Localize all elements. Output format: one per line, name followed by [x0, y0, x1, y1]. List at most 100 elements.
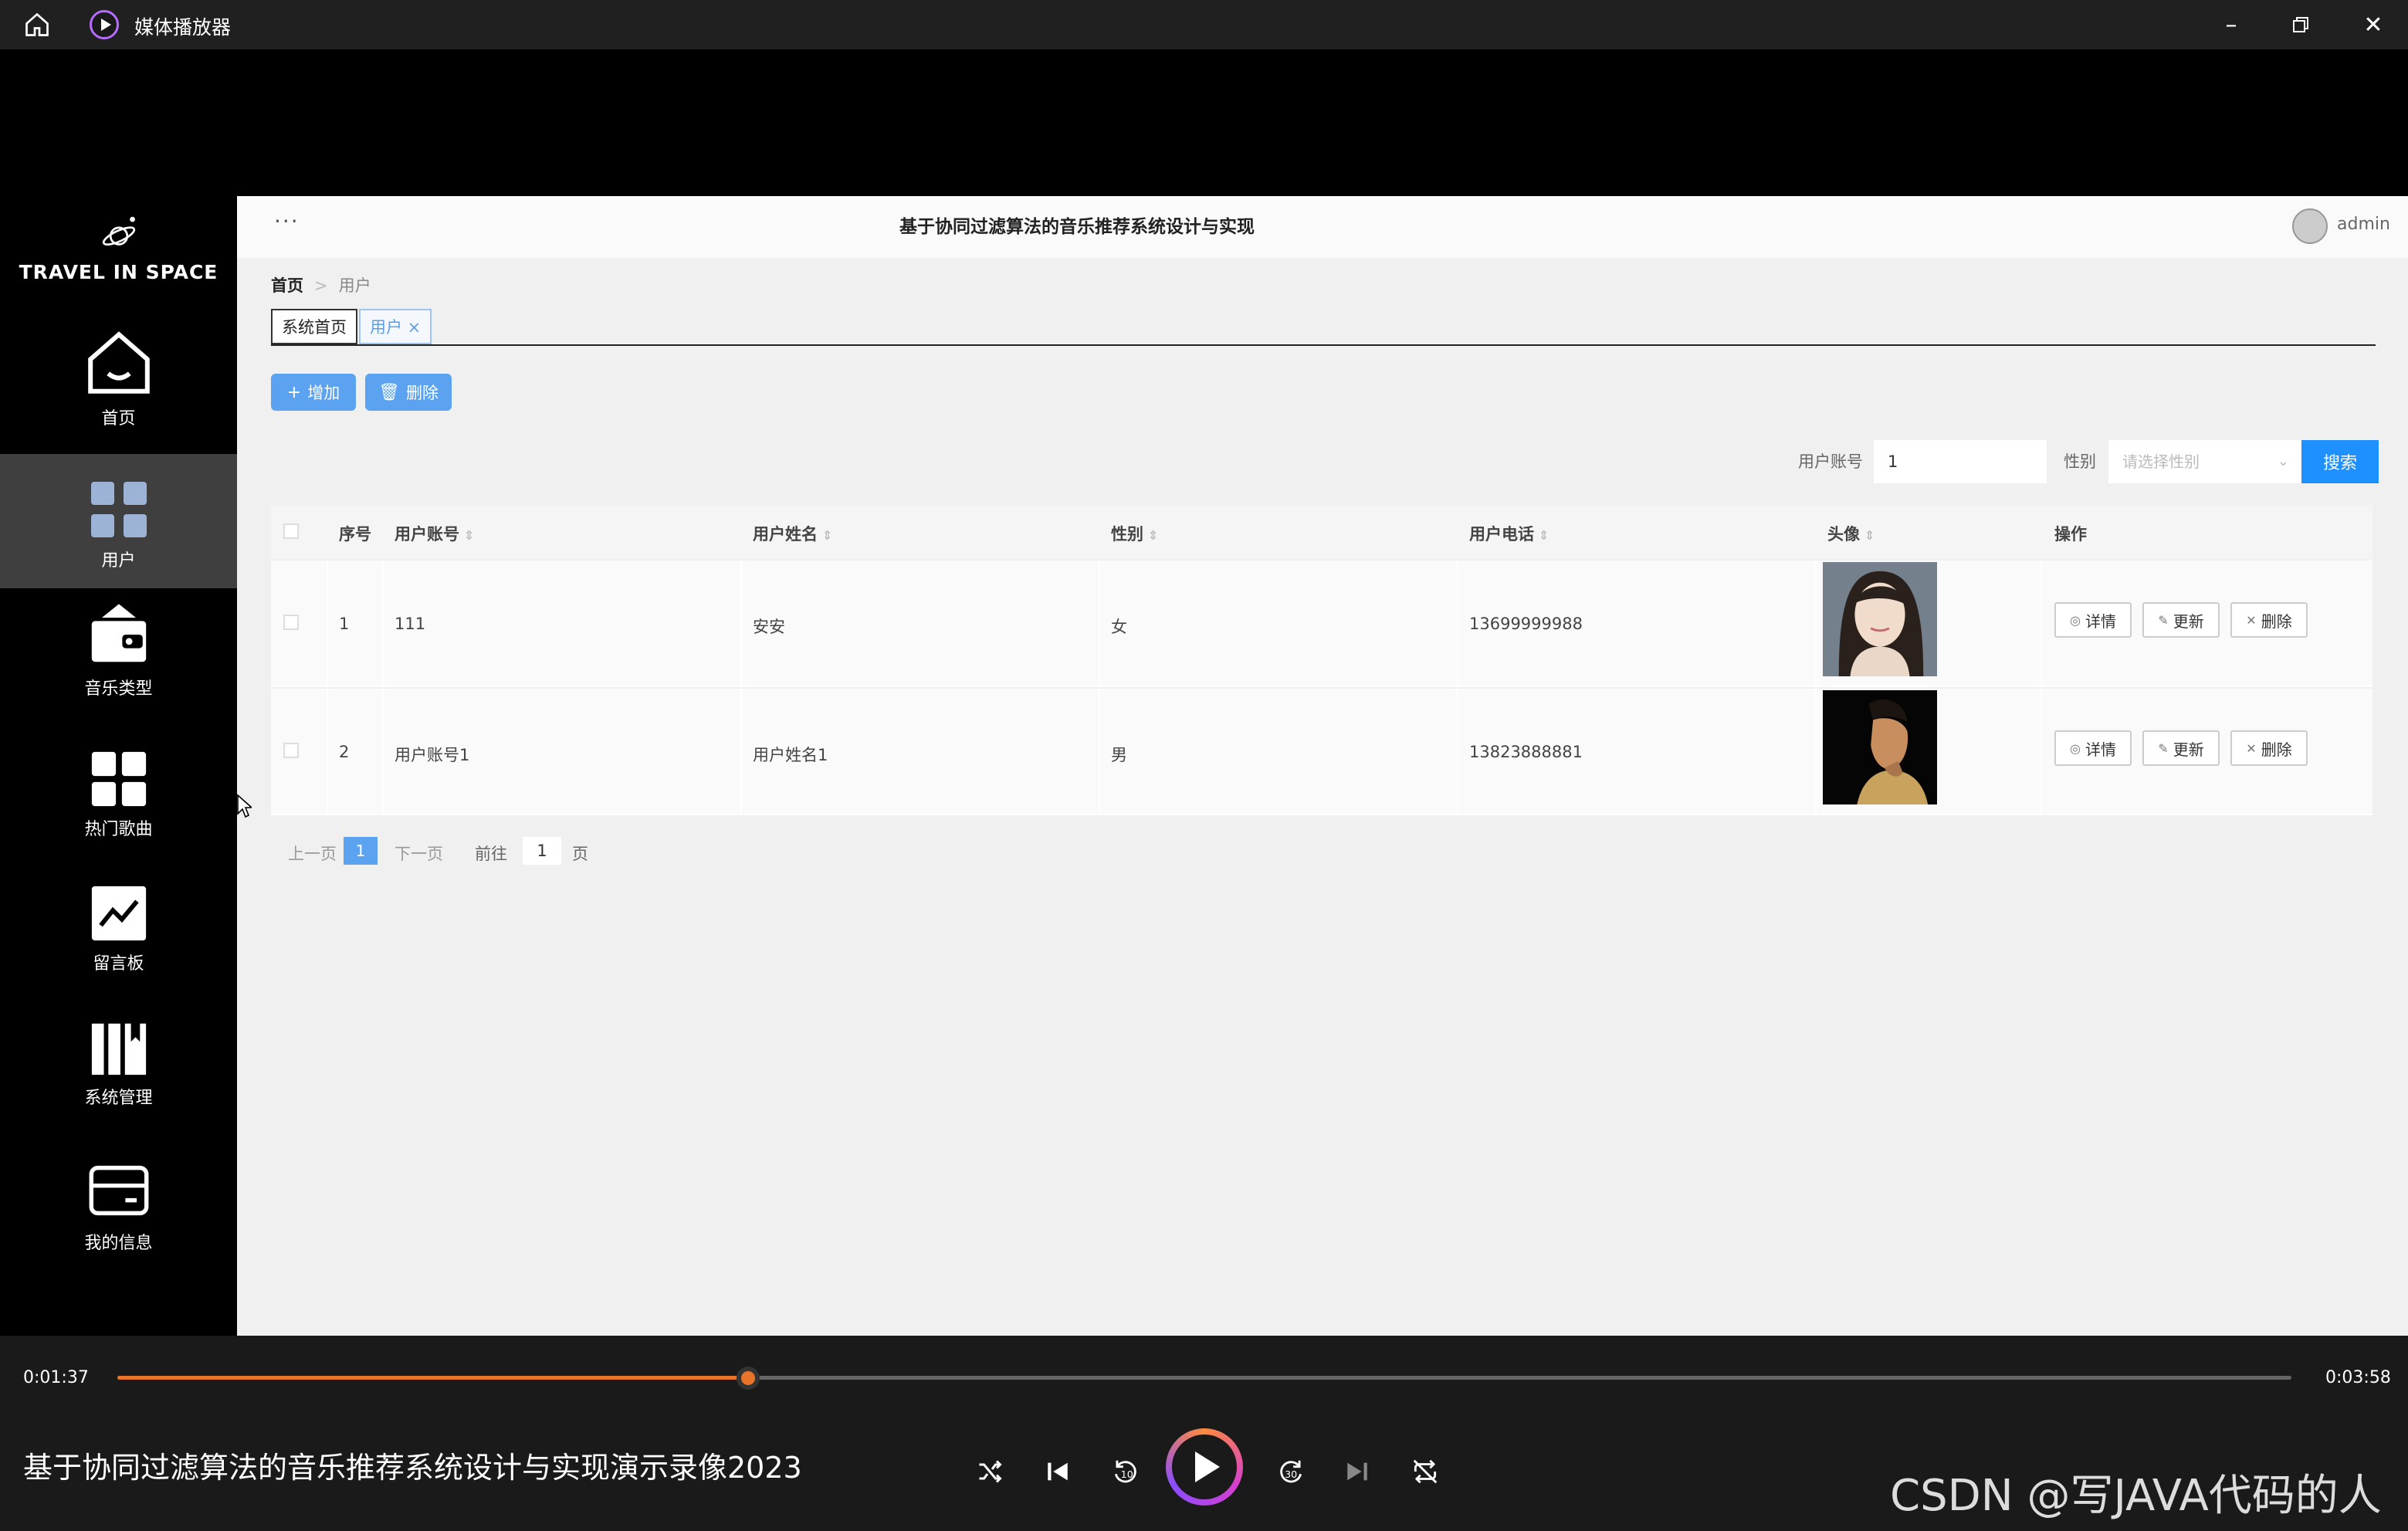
home-icon[interactable]	[23, 11, 51, 39]
edit-icon: ✎	[2158, 740, 2169, 756]
search-button[interactable]: 搜索	[2301, 440, 2379, 483]
gender-select[interactable]: 请选择性别 ⌄	[2108, 440, 2301, 483]
prev-page-button[interactable]: 上一页	[288, 842, 337, 865]
sort-icon[interactable]: ⇕	[1148, 528, 1158, 543]
column-divider	[2041, 561, 2042, 686]
sort-icon[interactable]: ⇕	[1864, 528, 1875, 543]
shuffle-icon[interactable]	[973, 1455, 1007, 1489]
close-icon: ✕	[2246, 612, 2257, 628]
header-avatar[interactable]: 头像 ⇕	[1827, 522, 1875, 545]
minimize-icon[interactable]: –	[2214, 8, 2248, 42]
main-content: ··· 基于协同过滤算法的音乐推荐系统设计与实现 admin 首页 > 用户 系统首…	[237, 196, 2408, 1336]
next-page-button[interactable]: 下一页	[395, 842, 443, 865]
sidebar-item-label: 音乐类型	[84, 679, 153, 699]
avatar-male-portrait[interactable]	[1823, 690, 1937, 804]
gender-select-placeholder: 请选择性别	[2122, 452, 2200, 471]
breadcrumb-home[interactable]: 首页	[271, 276, 303, 295]
cell-gender: 男	[1111, 746, 1127, 764]
trash-icon: 🗑	[378, 382, 400, 402]
add-button[interactable]: + 增加	[271, 374, 356, 411]
restore-icon[interactable]	[2284, 8, 2318, 42]
page-1-button[interactable]: 1	[344, 837, 378, 865]
media-player-app-icon	[90, 10, 119, 39]
next-icon[interactable]	[1340, 1455, 1374, 1489]
sidebar-item-message-board[interactable]: 留言板	[0, 883, 237, 1018]
detail-button-label: 详情	[2085, 740, 2116, 759]
watermark: CSDN @写JAVA代码的人	[1890, 1471, 2382, 1521]
breadcrumb-current: 用户	[338, 276, 371, 295]
play-icon	[1172, 1434, 1237, 1499]
detail-button[interactable]: ◎ 详情	[2054, 730, 2132, 766]
sort-icon[interactable]: ⇕	[464, 528, 474, 543]
sidebar-item-label: 系统管理	[84, 1089, 153, 1108]
header-actions-label: 操作	[2054, 525, 2087, 544]
row-delete-button[interactable]: ✕ 删除	[2230, 602, 2308, 638]
svg-text:30: 30	[1285, 1468, 1297, 1480]
row-delete-button-label: 删除	[2261, 611, 2292, 631]
play-button[interactable]	[1166, 1428, 1243, 1506]
rewind-10-icon[interactable]: 10	[1109, 1455, 1143, 1489]
tab-system-home[interactable]: 系统首页	[271, 309, 357, 344]
column-divider	[1457, 561, 1458, 686]
avatar-female-portrait[interactable]	[1823, 562, 1937, 676]
wallet-icon	[91, 604, 146, 662]
select-all-checkbox[interactable]	[283, 523, 299, 539]
repeat-off-icon[interactable]	[1408, 1455, 1442, 1489]
update-button[interactable]: ✎ 更新	[2142, 602, 2220, 638]
column-divider	[1815, 689, 1817, 814]
cell-name: 安安	[753, 618, 785, 636]
row-checkbox[interactable]	[283, 615, 299, 630]
goto-page-input[interactable]: 1	[523, 837, 561, 865]
header-phone[interactable]: 用户电话 ⇕	[1469, 522, 1549, 545]
cell-name: 用户姓名1	[753, 746, 828, 764]
web-page: TRAVEL IN SPACE 首页 用户 音乐类型 热门歌曲 留言板 系统管理	[0, 196, 2408, 1336]
row-delete-button[interactable]: ✕ 删除	[2230, 730, 2308, 766]
cell-account: 用户账号1	[395, 746, 470, 764]
sort-icon[interactable]: ⇕	[822, 528, 832, 543]
player-controls: 0:01:37 0:03:58 基于协同过滤算法的音乐推荐系统设计与实现演示录像…	[0, 1336, 2408, 1531]
sidebar-item-hot-songs[interactable]: 热门歌曲	[0, 749, 237, 883]
edit-icon: ✎	[2158, 612, 2169, 628]
avatar[interactable]	[2292, 208, 2328, 244]
column-divider	[2041, 689, 2042, 814]
add-button-label: 增加	[307, 384, 340, 402]
header-index: 序号	[339, 522, 371, 545]
seek-bar-thumb[interactable]	[736, 1367, 760, 1390]
sidebar-item-users[interactable]: 用户	[0, 454, 237, 588]
sidebar-item-home[interactable]: 首页	[0, 327, 237, 462]
header-account[interactable]: 用户账号 ⇕	[395, 522, 474, 545]
username[interactable]: admin	[2337, 215, 2390, 234]
cell-index: 2	[339, 743, 350, 761]
duration-time: 0:03:58	[2325, 1368, 2391, 1387]
delete-button[interactable]: 🗑 删除	[365, 374, 452, 411]
sidebar-item-label: 我的信息	[84, 1234, 153, 1253]
window-title: 媒体播放器	[134, 16, 232, 39]
detail-button[interactable]: ◎ 详情	[2054, 602, 2132, 638]
close-icon[interactable]: ✕	[2356, 8, 2390, 42]
cell-index: 1	[339, 615, 350, 633]
column-divider	[1099, 689, 1100, 814]
seek-bar[interactable]	[117, 1367, 2291, 1390]
header-name[interactable]: 用户姓名 ⇕	[753, 522, 832, 545]
page-suffix: 页	[572, 845, 588, 863]
tabs-bar: 系统首页 用户 ×	[271, 309, 2376, 346]
eye-icon: ◎	[2070, 612, 2081, 628]
book-icon	[91, 1023, 146, 1075]
header-gender[interactable]: 性别 ⇕	[1111, 522, 1158, 545]
window-titlebar: 媒体播放器 – ✕	[0, 0, 2408, 49]
previous-icon[interactable]	[1041, 1455, 1075, 1489]
sidebar-item-system-management[interactable]: 系统管理	[0, 1018, 237, 1152]
forward-30-icon[interactable]: 30	[1274, 1455, 1308, 1489]
header-actions: 操作	[2054, 522, 2087, 545]
detail-button-label: 详情	[2085, 611, 2116, 631]
sidebar-item-label: 留言板	[93, 954, 144, 974]
sort-icon[interactable]: ⇕	[1539, 528, 1549, 543]
sidebar-item-my-info[interactable]: 我的信息	[0, 1158, 237, 1292]
sidebar-item-music-types[interactable]: 音乐类型	[0, 601, 237, 735]
account-search-input[interactable]	[1874, 440, 2047, 483]
tab-users[interactable]: 用户 ×	[359, 309, 432, 344]
update-button[interactable]: ✎ 更新	[2142, 730, 2220, 766]
header-gender-label: 性别	[1111, 525, 1143, 544]
row-checkbox[interactable]	[283, 743, 299, 758]
column-divider	[740, 689, 742, 814]
